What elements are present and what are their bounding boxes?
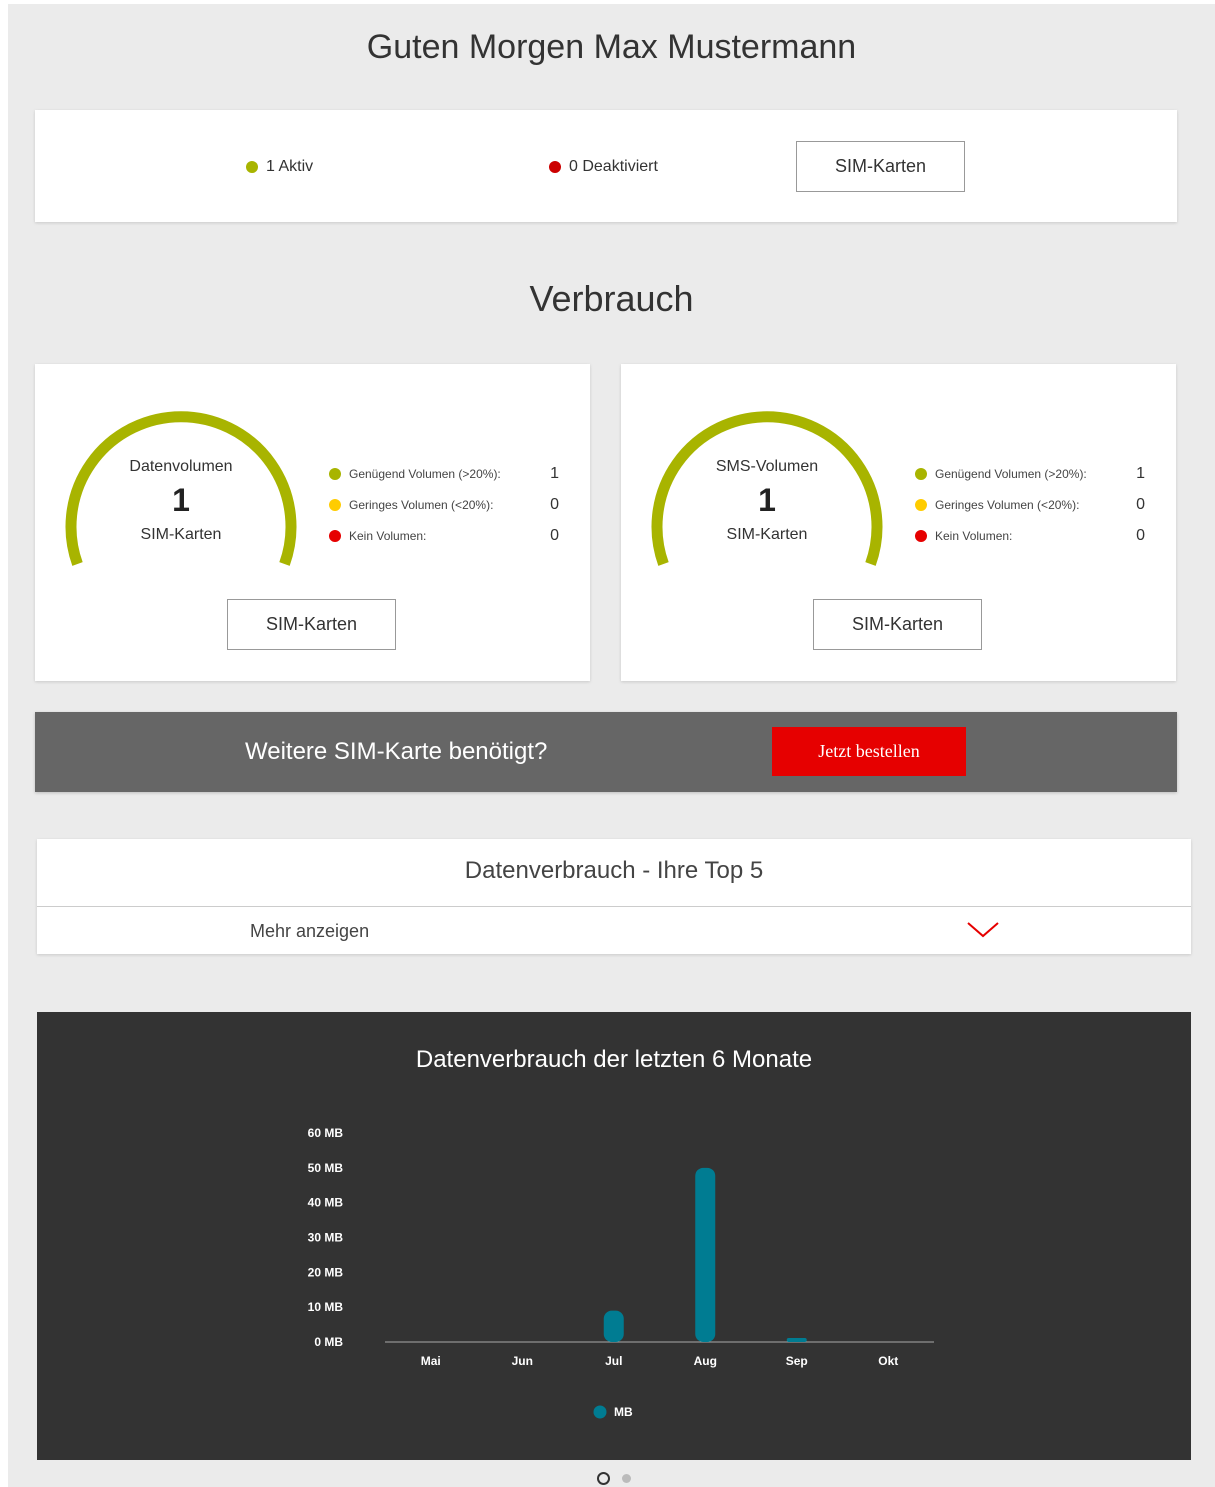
y-tick-label: 20 MB [308, 1265, 344, 1279]
pager-dot[interactable] [621, 1474, 631, 1483]
gauge-count: 1 [172, 482, 190, 518]
show-more-link[interactable]: Mehr anzeigen [250, 921, 369, 942]
legend-row-none: Kein Volumen: 0 [329, 527, 559, 545]
active-dot-icon [246, 161, 258, 173]
legend-value: 0 [1136, 527, 1145, 544]
x-tick-label: Jun [512, 1354, 533, 1368]
legend-value: 1 [550, 465, 559, 482]
divider [37, 906, 1191, 907]
red-dot-icon [329, 530, 341, 542]
active-status: 1 Aktiv [246, 158, 313, 176]
legend-label: MB [614, 1405, 633, 1419]
sim-cards-button[interactable]: SIM-Karten [796, 141, 965, 192]
data-volume-sim-cards-button[interactable]: SIM-Karten [227, 599, 396, 650]
usage-chart-panel: Datenverbrauch der letzten 6 Monate 0 MB… [37, 1012, 1191, 1460]
y-tick-label: 30 MB [308, 1231, 344, 1245]
y-tick-label: 50 MB [308, 1161, 344, 1175]
usage-bar-chart: 0 MB 10 MB 20 MB 30 MB 40 MB 50 MB 60 MB Mai Jun… [308, 1126, 934, 1419]
carousel-pager [0, 1472, 1215, 1485]
data-volume-gauge: Datenvolumen 1 SIM-Karten [63, 394, 299, 574]
y-tick-label: 0 MB [314, 1335, 343, 1349]
x-tick-label: Aug [694, 1354, 717, 1368]
legend-row-sufficient: Genügend Volumen (>20%): 1 [915, 465, 1145, 483]
yellow-dot-icon [915, 499, 927, 511]
sms-volume-gauge: SMS-Volumen 1 SIM-Karten [649, 394, 885, 574]
y-tick-label: 60 MB [308, 1126, 344, 1140]
chart-bar [603, 1310, 624, 1342]
gauge-unit: SIM-Karten [140, 526, 222, 543]
legend-label: Kein Volumen: [935, 529, 1013, 543]
legend-label: Genügend Volumen (>20%): [935, 467, 1087, 481]
x-tick-label: Jul [605, 1354, 622, 1368]
y-tick-label: 10 MB [308, 1300, 344, 1314]
red-dot-icon [915, 530, 927, 542]
order-now-button[interactable]: Jetzt bestellen [772, 727, 966, 776]
chevron-down-icon[interactable] [966, 921, 1000, 939]
legend-label: Geringes Volumen (<20%): [349, 498, 494, 512]
legend-row-sufficient: Genügend Volumen (>20%): 1 [329, 465, 559, 483]
gauge-unit: SIM-Karten [726, 526, 808, 543]
sms-volume-card: SMS-Volumen 1 SIM-Karten Genügend Volume… [621, 364, 1176, 681]
green-dot-icon [329, 468, 341, 480]
legend-row-none: Kein Volumen: 0 [915, 527, 1145, 545]
legend-label: Kein Volumen: [349, 529, 427, 543]
deactivated-dot-icon [549, 161, 561, 173]
gauge-count: 1 [758, 482, 776, 518]
legend-row-low: Geringes Volumen (<20%): 0 [915, 496, 1145, 514]
green-dot-icon [915, 468, 927, 480]
x-tick-label: Sep [786, 1354, 808, 1368]
x-tick-label: Okt [878, 1354, 898, 1368]
greeting-title: Guten Morgen Max Mustermann [366, 28, 857, 66]
chart-bar [695, 1167, 716, 1342]
deactivated-status-label: 0 Deaktiviert [569, 158, 658, 175]
legend-label: Geringes Volumen (<20%): [935, 498, 1080, 512]
active-status-label: 1 Aktiv [266, 158, 314, 175]
legend-value: 1 [1136, 465, 1145, 482]
legend-dot-icon [593, 1405, 607, 1419]
chart-bar [786, 1338, 807, 1342]
gauge-label: Datenvolumen [129, 458, 233, 475]
gauge-label: SMS-Volumen [715, 458, 819, 475]
top5-panel: Datenverbrauch - Ihre Top 5 Mehr anzeige… [37, 839, 1191, 954]
deactivated-status: 0 Deaktiviert [549, 158, 658, 176]
order-sim-text: Weitere SIM-Karte benötigt? [245, 738, 548, 765]
order-sim-banner: Weitere SIM-Karte benötigt? Jetzt bestel… [35, 712, 1177, 792]
pager-dot-active[interactable] [596, 1472, 610, 1485]
legend-value: 0 [550, 496, 559, 513]
legend-row-low: Geringes Volumen (<20%): 0 [329, 496, 559, 514]
legend-value: 0 [550, 527, 559, 544]
legend-value: 0 [1136, 496, 1145, 513]
top5-title: Datenverbrauch - Ihre Top 5 [464, 857, 764, 884]
usage-section-title: Verbrauch [529, 278, 694, 319]
sim-status-card: 1 Aktiv 0 Deaktiviert SIM-Karten [35, 110, 1177, 222]
sms-volume-sim-cards-button[interactable]: SIM-Karten [813, 599, 982, 650]
yellow-dot-icon [329, 499, 341, 511]
data-volume-card: Datenvolumen 1 SIM-Karten Genügend Volum… [35, 364, 590, 681]
x-tick-label: Mai [421, 1354, 441, 1368]
legend-label: Genügend Volumen (>20%): [349, 467, 501, 481]
y-tick-label: 40 MB [308, 1196, 344, 1210]
